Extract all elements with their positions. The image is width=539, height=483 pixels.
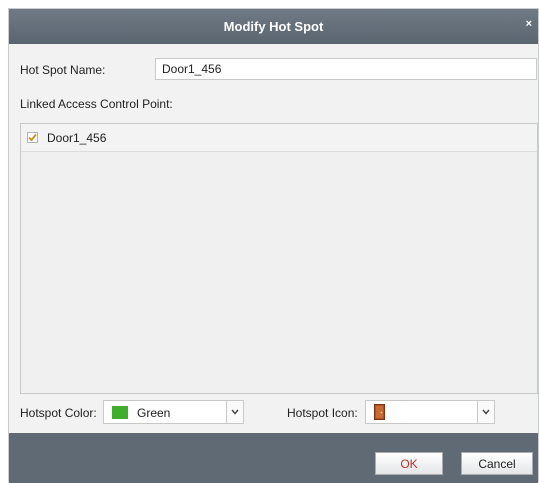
close-icon[interactable]: × bbox=[526, 18, 532, 30]
door-icon bbox=[374, 404, 385, 425]
list-item[interactable]: Door1_456 bbox=[21, 124, 537, 152]
hotspot-color-label: Hotspot Color: bbox=[20, 406, 97, 420]
ok-button[interactable]: OK bbox=[375, 452, 443, 475]
cancel-button[interactable]: Cancel bbox=[461, 452, 533, 475]
hotspot-icon-select[interactable] bbox=[365, 400, 495, 424]
hotspot-color-select[interactable]: Green bbox=[103, 400, 244, 424]
hotspot-color-value: Green bbox=[137, 406, 171, 420]
dialog-title: Modify Hot Spot bbox=[223, 19, 324, 34]
access-point-checkbox[interactable] bbox=[27, 132, 38, 143]
modify-hot-spot-dialog: Modify Hot Spot × Hot Spot Name: Linked … bbox=[8, 8, 539, 483]
dialog-title-bar: Modify Hot Spot × bbox=[9, 9, 538, 44]
hot-spot-name-label: Hot Spot Name: bbox=[20, 63, 106, 77]
linked-access-control-point-label: Linked Access Control Point: bbox=[20, 97, 173, 111]
hotspot-icon-label: Hotspot Icon: bbox=[287, 406, 358, 420]
checkmark-icon bbox=[28, 133, 37, 142]
hot-spot-name-input[interactable] bbox=[155, 58, 537, 80]
green-swatch bbox=[112, 406, 128, 419]
chevron-down-icon[interactable] bbox=[226, 401, 243, 423]
chevron-down-icon[interactable] bbox=[477, 401, 494, 423]
dialog-footer bbox=[9, 433, 538, 483]
access-point-label: Door1_456 bbox=[47, 130, 107, 145]
access-point-list: Door1_456 bbox=[20, 123, 538, 394]
